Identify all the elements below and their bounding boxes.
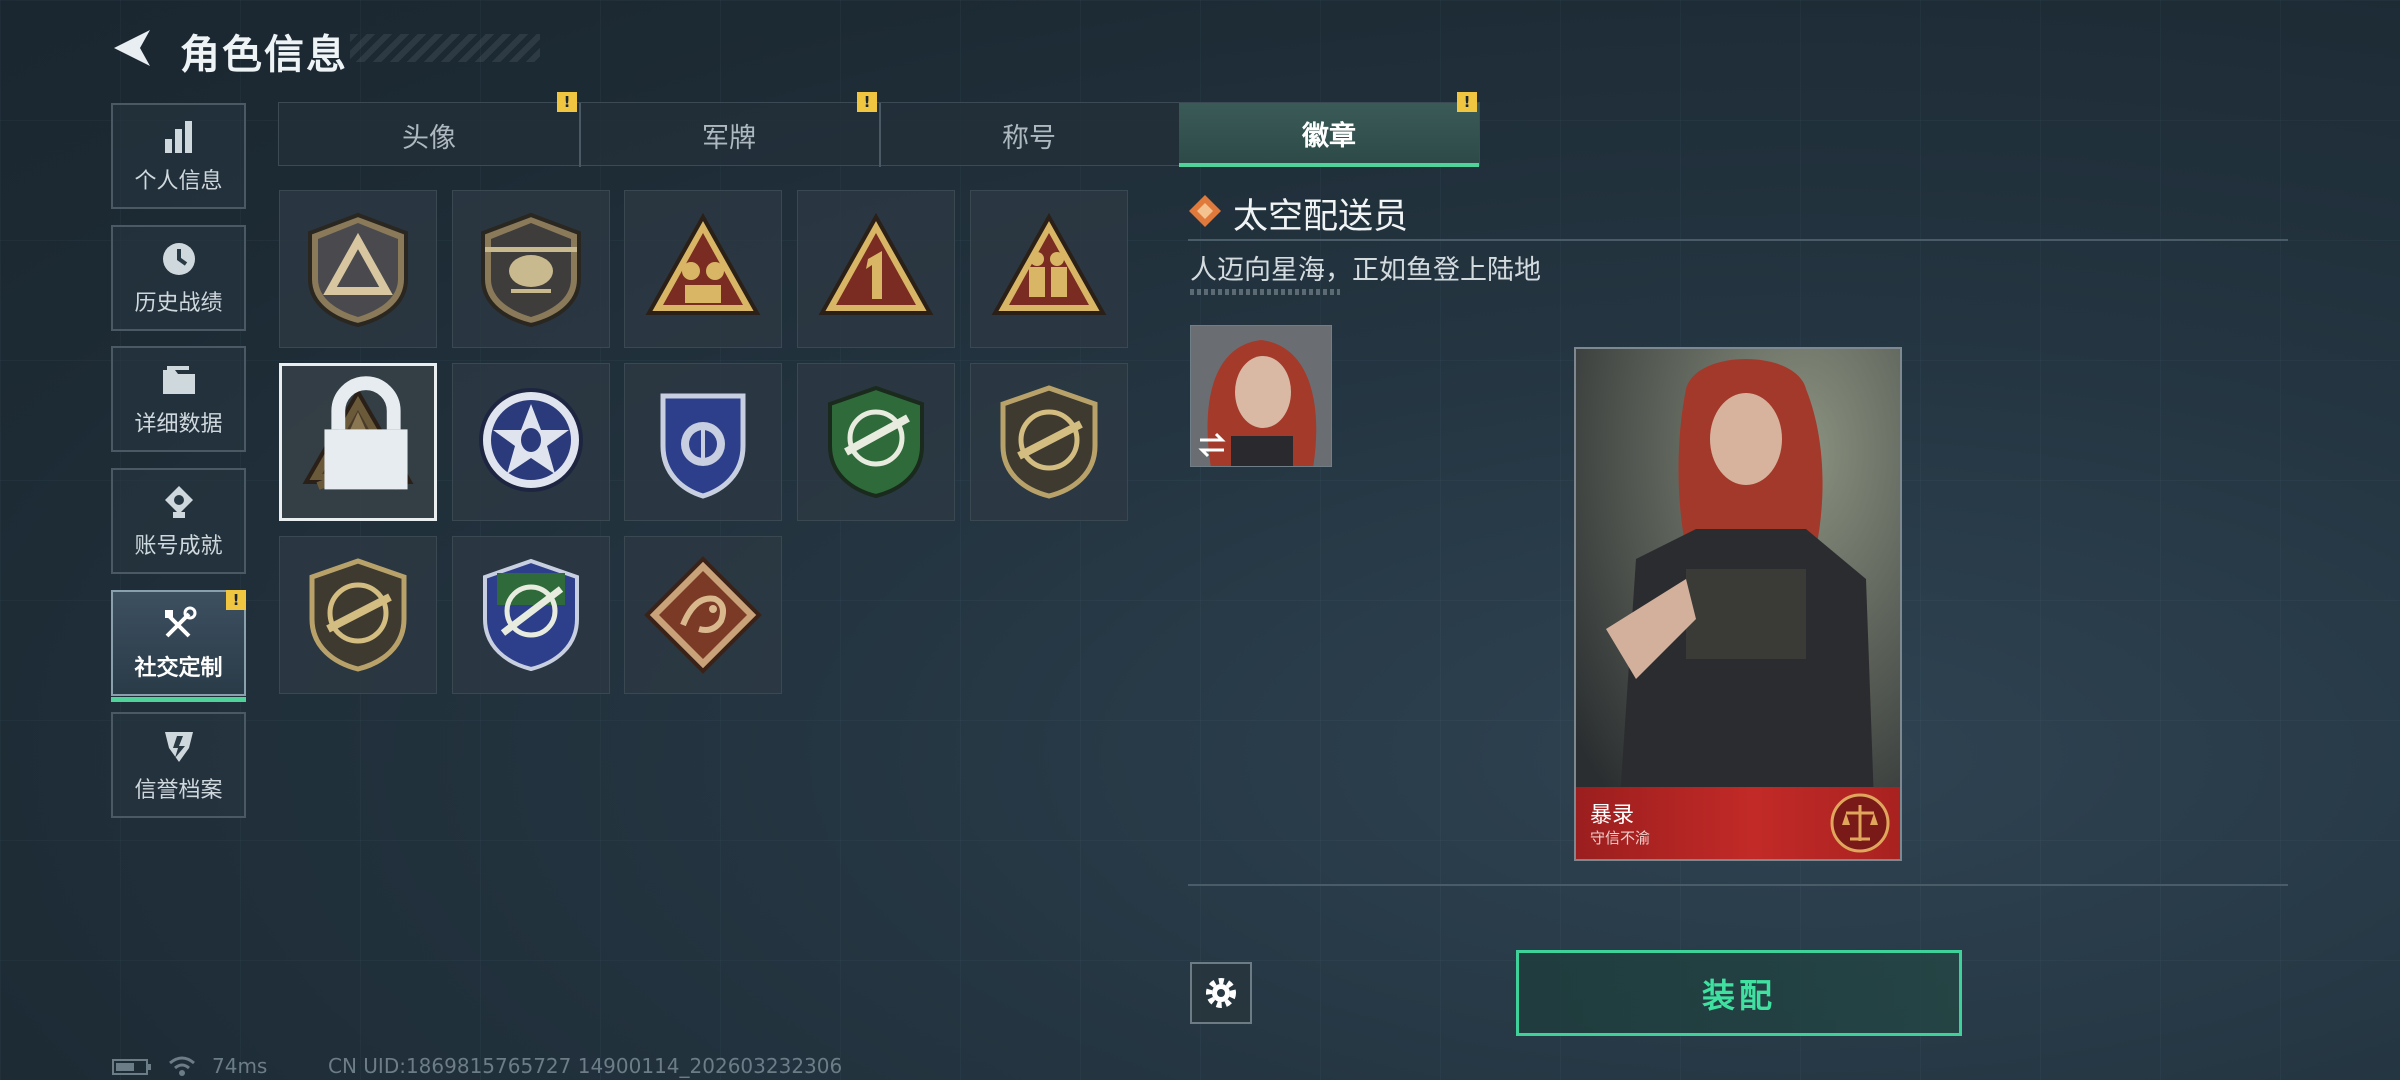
sidebar-item-label: 历史战绩 bbox=[134, 291, 223, 316]
badge-cell[interactable] bbox=[452, 190, 610, 348]
sidebar-item-history[interactable]: 历史战绩 bbox=[111, 225, 246, 331]
tab-badge[interactable]: 徽章 bbox=[1179, 103, 1479, 167]
motto-decoration bbox=[1190, 289, 1340, 295]
badge-cell[interactable] bbox=[452, 363, 610, 521]
tab-label: 头像 bbox=[402, 122, 456, 154]
badge-cell[interactable] bbox=[279, 190, 437, 348]
soldiers-triangle-badge-icon bbox=[991, 212, 1107, 315]
triangle-shield-badge-icon bbox=[308, 212, 408, 328]
settings-button[interactable] bbox=[1190, 962, 1252, 1024]
tab-label: 军牌 bbox=[702, 122, 756, 154]
user-uid: CN UID:1869815765727 14900114_2026032323… bbox=[328, 1054, 843, 1078]
bar-chart-icon bbox=[164, 121, 192, 153]
folder-icon bbox=[162, 366, 195, 394]
sidebar-item-personal-info[interactable]: 个人信息 bbox=[111, 103, 246, 209]
gold-rifle-badge-2-icon bbox=[309, 558, 407, 672]
page-title: 角色信息 bbox=[180, 32, 348, 78]
tab-avatar-badge: ! bbox=[557, 92, 577, 112]
green-rifle-badge-icon bbox=[828, 385, 924, 499]
badge-name: 太空配送员 bbox=[1233, 197, 1409, 237]
tab-bar: 头像 军牌 称号 徽章 bbox=[278, 102, 1480, 167]
tab-badge-badge: ! bbox=[1457, 92, 1477, 112]
number-one-triangle-badge-icon bbox=[818, 212, 934, 315]
s6-triangle-badge-icon bbox=[645, 212, 761, 315]
gold-rifle-badge-icon bbox=[1000, 385, 1098, 499]
achievement-icon bbox=[164, 486, 193, 518]
divider-line-lower bbox=[1188, 884, 2288, 886]
star-skull-badge-icon bbox=[479, 388, 583, 492]
tab-label: 称号 bbox=[1002, 122, 1056, 154]
divider-line bbox=[1188, 239, 2288, 241]
scales-emblem-icon bbox=[1830, 793, 1890, 853]
gear-icon bbox=[1206, 978, 1236, 1008]
helicopter-badge-icon bbox=[481, 212, 581, 328]
sidebar-item-label: 信誉档案 bbox=[134, 778, 223, 803]
badge-rarity-icon bbox=[1189, 195, 1221, 227]
ping-readout: 74ms bbox=[212, 1054, 268, 1078]
sidebar-item-label: 社交定制 bbox=[134, 656, 223, 681]
character-portrait bbox=[1576, 349, 1900, 859]
badge-cell[interactable] bbox=[624, 536, 782, 694]
sidebar-item-label: 账号成就 bbox=[134, 534, 223, 559]
blue-shield-badge-icon bbox=[660, 393, 746, 499]
tab-avatar[interactable]: 头像 bbox=[279, 103, 581, 167]
card-banner: 暴录 守信不渝 bbox=[1576, 787, 1900, 859]
character-card: 暴录 守信不渝 bbox=[1574, 347, 1902, 861]
battery-icon bbox=[112, 1059, 151, 1075]
badge-cell[interactable] bbox=[970, 190, 1128, 348]
tab-dogtag[interactable]: 军牌 bbox=[579, 103, 881, 167]
sidebar-item-label: 详细数据 bbox=[134, 412, 223, 437]
sidebar-item-label: 个人信息 bbox=[134, 169, 223, 194]
title-decoration bbox=[350, 34, 540, 62]
badge-cell[interactable] bbox=[452, 536, 610, 694]
tab-dogtag-badge: ! bbox=[857, 92, 877, 112]
dragon-diamond-badge-icon bbox=[644, 556, 762, 674]
sidebar-item-achievements[interactable]: 账号成就 bbox=[111, 468, 246, 574]
sidebar-item-credit-file[interactable]: 信誉档案 bbox=[111, 712, 246, 818]
tab-label: 徽章 bbox=[1302, 120, 1356, 152]
blue-knife-badge-icon bbox=[483, 558, 579, 672]
badge-cell[interactable] bbox=[797, 190, 955, 348]
card-subtitle: 守信不渝 bbox=[1590, 829, 1651, 847]
history-clock-icon bbox=[162, 243, 195, 275]
tools-icon bbox=[164, 606, 196, 638]
back-arrow-icon[interactable] bbox=[110, 26, 154, 70]
badge-cell-selected[interactable] bbox=[279, 363, 437, 521]
badge-cell[interactable] bbox=[624, 363, 782, 521]
sidebar-item-social-custom[interactable]: 社交定制 ! bbox=[111, 590, 246, 702]
swap-icon[interactable] bbox=[1196, 430, 1228, 460]
badge-cell[interactable] bbox=[624, 190, 782, 348]
notification-badge: ! bbox=[226, 590, 246, 610]
equip-label: 装配 bbox=[1702, 976, 1776, 1015]
badge-cell[interactable] bbox=[797, 363, 955, 521]
sidebar-item-detailed-data[interactable]: 详细数据 bbox=[111, 346, 246, 452]
tab-title[interactable]: 称号 bbox=[879, 103, 1181, 167]
badge-motto: 人迈向星海，正如鱼登上陆地 bbox=[1190, 255, 1541, 286]
wifi-icon bbox=[169, 1056, 195, 1076]
lock-icon bbox=[324, 376, 408, 490]
card-player-name: 暴录 bbox=[1590, 803, 1635, 828]
credit-shield-icon bbox=[164, 732, 193, 762]
badge-cell[interactable] bbox=[970, 363, 1128, 521]
equip-button[interactable]: 装配 bbox=[1516, 950, 1962, 1036]
badge-cell[interactable] bbox=[279, 536, 437, 694]
